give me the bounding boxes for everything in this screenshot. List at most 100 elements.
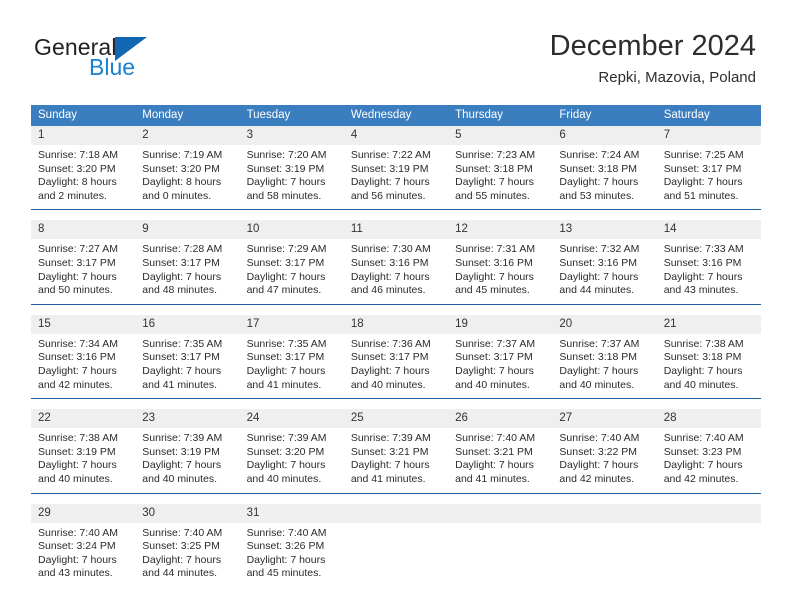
day-cell-15[interactable]: Sunrise: 7:34 AM Sunset: 3:16 PM Daylight:… xyxy=(31,333,136,399)
day-cell-14[interactable]: Sunrise: 7:33 AM Sunset: 3:16 PM Daylight:… xyxy=(656,239,761,305)
day-number-10[interactable]: 10 xyxy=(239,220,344,240)
day-number-16[interactable]: 16 xyxy=(135,314,240,334)
daylight-text: and 41 minutes. xyxy=(246,378,322,391)
day-cell-20[interactable]: Sunrise: 7:37 AM Sunset: 3:18 PM Daylight:… xyxy=(552,333,657,399)
sunrise-text: Sunrise: 7:39 AM xyxy=(142,432,223,445)
day-cell-21[interactable]: Sunrise: 7:38 AM Sunset: 3:18 PM Daylight:… xyxy=(656,333,761,399)
week-separator xyxy=(31,209,761,221)
day-number-24[interactable]: 24 xyxy=(239,409,344,429)
day-cell-25[interactable]: Sunrise: 7:39 AM Sunset: 3:21 PM Daylight:… xyxy=(343,428,449,493)
day-number-11[interactable]: 11 xyxy=(343,220,449,240)
calendar-body: 1 2 3 4 5 6 7 Sunrise: 7:18 AM Sunset: 3:20 PM Da… xyxy=(31,126,761,587)
sunset-text: Sunset: 3:20 PM xyxy=(38,162,116,175)
daylight-text: and 48 minutes. xyxy=(142,284,217,297)
day-number-9[interactable]: 9 xyxy=(135,220,240,240)
day-number-29[interactable]: 29 xyxy=(31,503,136,523)
day-cell-24[interactable]: Sunrise: 7:39 AM Sunset: 3:20 PM Daylight:… xyxy=(239,428,344,493)
day-cell-30[interactable]: Sunrise: 7:40 AM Sunset: 3:25 PM Daylight:… xyxy=(135,522,240,587)
day-number-row: 22 23 24 25 26 27 28 xyxy=(31,409,761,429)
day-number-5[interactable]: 5 xyxy=(448,126,553,145)
day-number-23[interactable]: 23 xyxy=(135,409,240,429)
sunset-text: Sunset: 3:18 PM xyxy=(455,162,533,175)
day-number-20[interactable]: 20 xyxy=(552,314,657,334)
day-cell-27[interactable]: Sunrise: 7:40 AM Sunset: 3:22 PM Daylight:… xyxy=(552,428,657,493)
day-number-3[interactable]: 3 xyxy=(239,126,344,145)
day-cell-6[interactable]: Sunrise: 7:24 AM Sunset: 3:18 PM Daylight:… xyxy=(552,145,657,210)
day-number-2[interactable]: 2 xyxy=(135,126,240,145)
day-number-22[interactable]: 22 xyxy=(31,409,136,429)
daylight-text: Daylight: 7 hours xyxy=(246,553,326,566)
sunset-text: Sunset: 3:16 PM xyxy=(350,256,429,269)
day-cell-11[interactable]: Sunrise: 7:30 AM Sunset: 3:16 PM Daylight:… xyxy=(343,239,449,305)
weekday-header-tuesday: Tuesday xyxy=(239,105,344,126)
day-cell-17[interactable]: Sunrise: 7:35 AM Sunset: 3:17 PM Daylight:… xyxy=(239,333,344,399)
day-number-1[interactable]: 1 xyxy=(31,126,136,145)
sunrise-text: Sunrise: 7:19 AM xyxy=(142,149,223,161)
daylight-text: and 45 minutes. xyxy=(246,567,322,580)
day-number-27[interactable]: 27 xyxy=(552,409,657,429)
day-cell-4[interactable]: Sunrise: 7:22 AM Sunset: 3:19 PM Daylight:… xyxy=(343,145,449,210)
day-detail-row: Sunrise: 7:34 AM Sunset: 3:16 PM Daylight:… xyxy=(31,333,761,399)
day-number-7[interactable]: 7 xyxy=(656,126,761,145)
day-cell-31[interactable]: Sunrise: 7:40 AM Sunset: 3:26 PM Daylight:… xyxy=(239,522,344,587)
daylight-text: Daylight: 7 hours xyxy=(350,270,430,283)
day-number-25[interactable]: 25 xyxy=(343,409,449,429)
day-cell-7[interactable]: Sunrise: 7:25 AM Sunset: 3:17 PM Daylight:… xyxy=(656,145,761,210)
day-cell-28[interactable]: Sunrise: 7:40 AM Sunset: 3:23 PM Daylight:… xyxy=(656,428,761,493)
daylight-text: Daylight: 7 hours xyxy=(142,364,222,377)
daylight-text: Daylight: 7 hours xyxy=(142,270,222,283)
day-cell-18[interactable]: Sunrise: 7:36 AM Sunset: 3:17 PM Daylight:… xyxy=(343,333,449,399)
day-cell-26[interactable]: Sunrise: 7:40 AM Sunset: 3:21 PM Daylight:… xyxy=(448,428,553,493)
day-number-26[interactable]: 26 xyxy=(448,409,553,429)
general-blue-logo[interactable]: General Blue xyxy=(34,36,234,88)
sunset-text: Sunset: 3:19 PM xyxy=(142,445,220,458)
day-cell-29[interactable]: Sunrise: 7:40 AM Sunset: 3:24 PM Daylight:… xyxy=(31,522,136,587)
day-number-21[interactable]: 21 xyxy=(656,314,761,334)
day-cell-9[interactable]: Sunrise: 7:28 AM Sunset: 3:17 PM Daylight:… xyxy=(135,239,240,305)
day-number-30[interactable]: 30 xyxy=(135,503,240,523)
day-cell-13[interactable]: Sunrise: 7:32 AM Sunset: 3:16 PM Daylight:… xyxy=(552,239,657,305)
day-number-6[interactable]: 6 xyxy=(552,126,657,145)
day-number-17[interactable]: 17 xyxy=(239,314,344,334)
day-cell-12[interactable]: Sunrise: 7:31 AM Sunset: 3:16 PM Daylight:… xyxy=(448,239,553,305)
day-number-15[interactable]: 15 xyxy=(31,314,136,334)
day-number-empty xyxy=(448,503,553,523)
day-cell-2[interactable]: Sunrise: 7:19 AM Sunset: 3:20 PM Daylight:… xyxy=(135,145,240,210)
sunrise-text: Sunrise: 7:37 AM xyxy=(455,337,536,350)
daylight-text: and 40 minutes. xyxy=(455,378,530,391)
day-cell-3[interactable]: Sunrise: 7:20 AM Sunset: 3:19 PM Daylight:… xyxy=(239,145,344,210)
day-cell-19[interactable]: Sunrise: 7:37 AM Sunset: 3:17 PM Daylight:… xyxy=(448,333,553,399)
day-cell-1[interactable]: Sunrise: 7:18 AM Sunset: 3:20 PM Daylight:… xyxy=(31,145,136,210)
daylight-text: Daylight: 7 hours xyxy=(38,270,117,283)
day-number-8[interactable]: 8 xyxy=(31,220,136,240)
day-cell-10[interactable]: Sunrise: 7:29 AM Sunset: 3:17 PM Daylight:… xyxy=(239,239,344,305)
day-cell-22[interactable]: Sunrise: 7:38 AM Sunset: 3:19 PM Daylight:… xyxy=(31,428,136,493)
day-number-14[interactable]: 14 xyxy=(656,220,761,240)
day-cell-5[interactable]: Sunrise: 7:23 AM Sunset: 3:18 PM Daylight:… xyxy=(448,145,553,210)
day-number-31[interactable]: 31 xyxy=(239,503,344,523)
day-number-28[interactable]: 28 xyxy=(656,409,761,429)
day-detail-row: Sunrise: 7:18 AM Sunset: 3:20 PM Daylight:… xyxy=(31,145,761,210)
sunset-text: Sunset: 3:16 PM xyxy=(455,256,533,269)
sunset-text: Sunset: 3:21 PM xyxy=(350,445,429,458)
day-cell-8[interactable]: Sunrise: 7:27 AM Sunset: 3:17 PM Daylight:… xyxy=(31,239,136,305)
day-cell-16[interactable]: Sunrise: 7:35 AM Sunset: 3:17 PM Daylight:… xyxy=(135,333,240,399)
daylight-text: and 43 minutes. xyxy=(663,284,739,297)
sunrise-text: Sunrise: 7:27 AM xyxy=(38,243,118,256)
day-number-4[interactable]: 4 xyxy=(343,126,449,145)
daylight-text: Daylight: 7 hours xyxy=(246,176,326,189)
daylight-text: Daylight: 7 hours xyxy=(455,270,534,283)
day-number-18[interactable]: 18 xyxy=(343,314,449,334)
week-separator xyxy=(31,492,761,504)
sunset-text: Sunset: 3:25 PM xyxy=(142,540,220,553)
sunrise-text: Sunrise: 7:29 AM xyxy=(246,243,327,256)
week-separator xyxy=(31,398,761,410)
daylight-text: and 40 minutes. xyxy=(663,378,739,391)
day-number-19[interactable]: 19 xyxy=(448,314,553,334)
daylight-text: Daylight: 7 hours xyxy=(246,459,326,472)
day-number-13[interactable]: 13 xyxy=(552,220,657,240)
day-number-12[interactable]: 12 xyxy=(448,220,553,240)
sunrise-text: Sunrise: 7:36 AM xyxy=(350,337,431,350)
daylight-text: Daylight: 7 hours xyxy=(663,364,743,377)
day-cell-23[interactable]: Sunrise: 7:39 AM Sunset: 3:19 PM Daylight:… xyxy=(135,428,240,493)
